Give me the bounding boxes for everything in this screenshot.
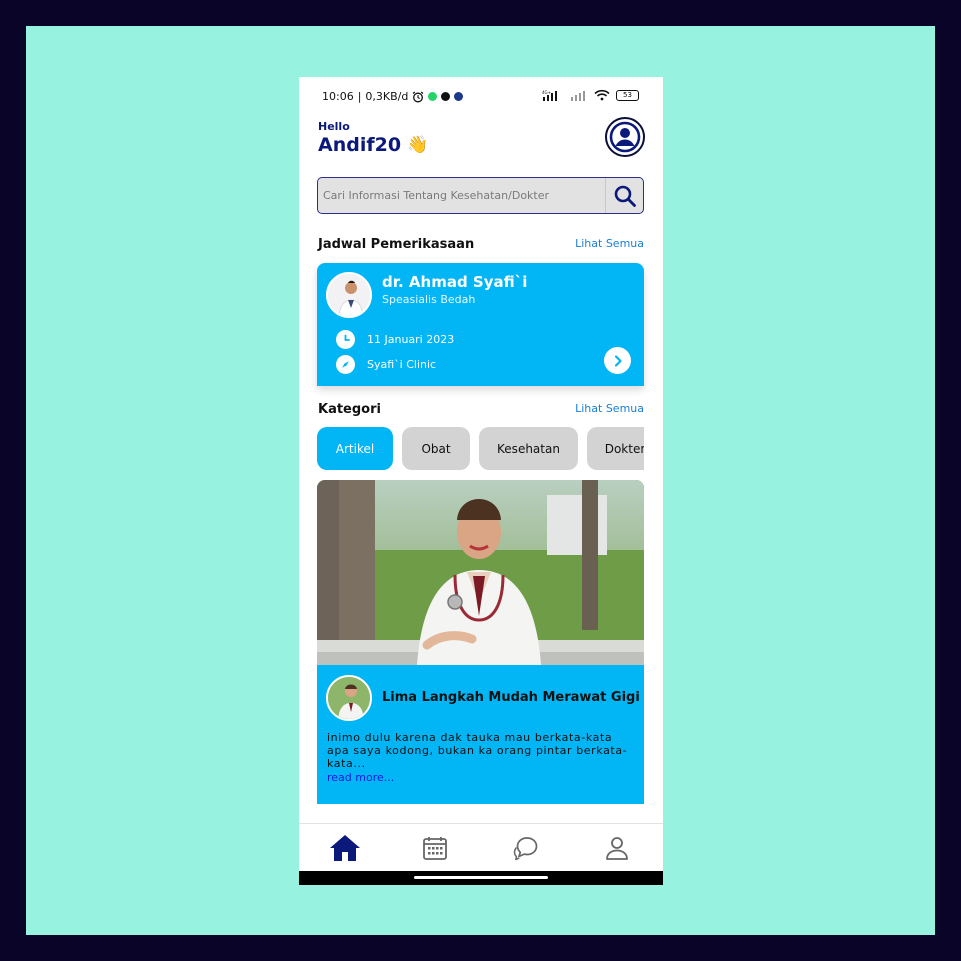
search-input[interactable] (318, 178, 605, 213)
doctor-portrait-image (328, 274, 370, 316)
network-type-label: 4G+ (542, 90, 551, 95)
nav-calendar[interactable] (419, 833, 451, 863)
article-title: Lima Langkah Mudah Merawat Gigi Anda (382, 690, 644, 705)
alarm-icon (412, 91, 424, 102)
chip-artikel[interactable]: Artikel (317, 427, 393, 470)
status-separator: | (357, 90, 362, 103)
signal-icon: 4G+ (542, 90, 557, 101)
bottom-navigation (299, 823, 663, 871)
category-see-all-link[interactable]: Lihat Semua (575, 402, 644, 415)
appointment-date: 11 Januari 2023 (367, 333, 455, 346)
username-text: Andif20 (318, 134, 402, 156)
appointment-date-row: 11 Januari 2023 (336, 330, 454, 349)
wifi-icon (594, 89, 610, 101)
app-notification-icon (454, 92, 464, 101)
username-heading: Andif20 👋 (318, 134, 428, 156)
gesture-handle[interactable] (414, 876, 548, 879)
status-time: 10:06 (322, 90, 354, 103)
clock-icon (336, 330, 355, 349)
article-body: Lima Langkah Mudah Merawat Gigi Anda ini… (317, 665, 644, 804)
wave-emoji: 👋 (407, 135, 429, 155)
status-right: 4G+ 53 (542, 89, 639, 101)
article-card[interactable]: Lima Langkah Mudah Merawat Gigi Anda ini… (317, 480, 644, 804)
status-bar: 10:06 | 0,3KB/d 4G+ 53 (299, 77, 663, 115)
chip-kesehatan[interactable]: Kesehatan (479, 427, 578, 470)
nav-home[interactable] (329, 833, 361, 863)
status-net-speed: 0,3KB/d (365, 90, 409, 103)
greeting-label: Hello (318, 120, 350, 133)
article-author-avatar (326, 675, 372, 721)
chevron-right-icon (614, 354, 622, 367)
search-bar (317, 177, 644, 214)
category-chips: Artikel Obat Kesehatan Dokter (317, 427, 644, 471)
doctor-avatar (326, 272, 372, 318)
signal-2-icon (571, 90, 585, 101)
chip-dokter[interactable]: Dokter (587, 427, 644, 470)
appointment-detail-button[interactable] (604, 347, 631, 374)
calendar-icon (423, 837, 447, 860)
person-icon (606, 837, 628, 860)
category-section-title: Kategori (318, 402, 381, 417)
whatsapp-icon (428, 92, 438, 101)
article-excerpt: inimo dulu karena dak tauka mau berkata-… (327, 731, 628, 770)
read-more-link[interactable]: read more... (327, 771, 394, 784)
schedule-see-all-link[interactable]: Lihat Semua (575, 237, 644, 250)
article-cover-image (317, 480, 644, 665)
phone-screen: 10:06 | 0,3KB/d 4G+ 53 Hello Andif20 👋 C… (299, 77, 663, 885)
doctor-name: dr. Ahmad Syafi`i (382, 273, 528, 291)
appointment-card[interactable]: dr. Ahmad Syafi`i Speasialis Bedah 11 Ja… (317, 263, 644, 386)
nav-chat[interactable] (510, 833, 542, 863)
search-button[interactable] (605, 178, 643, 213)
doctor-specialty: Speasialis Bedah (382, 293, 476, 306)
user-circle-icon (609, 121, 641, 153)
status-left: 10:06 | 0,3KB/d (322, 90, 464, 103)
nav-profile[interactable] (601, 833, 633, 863)
home-icon (330, 835, 360, 861)
gesture-navigation-area (299, 871, 663, 885)
schedule-section-title: Jadwal Pemerikasaan (318, 237, 475, 252)
battery-icon: 53 (616, 89, 639, 101)
chat-icon (513, 837, 538, 861)
chip-obat[interactable]: Obat (402, 427, 470, 470)
compass-icon (336, 355, 355, 374)
battery-level: 53 (623, 91, 632, 99)
appointment-location-row: Syafi`i Clinic (336, 355, 436, 374)
profile-button[interactable] (605, 117, 645, 157)
search-icon (614, 185, 636, 207)
appointment-location: Syafi`i Clinic (367, 358, 437, 371)
author-portrait-image (328, 677, 370, 719)
x-app-icon (441, 92, 451, 101)
